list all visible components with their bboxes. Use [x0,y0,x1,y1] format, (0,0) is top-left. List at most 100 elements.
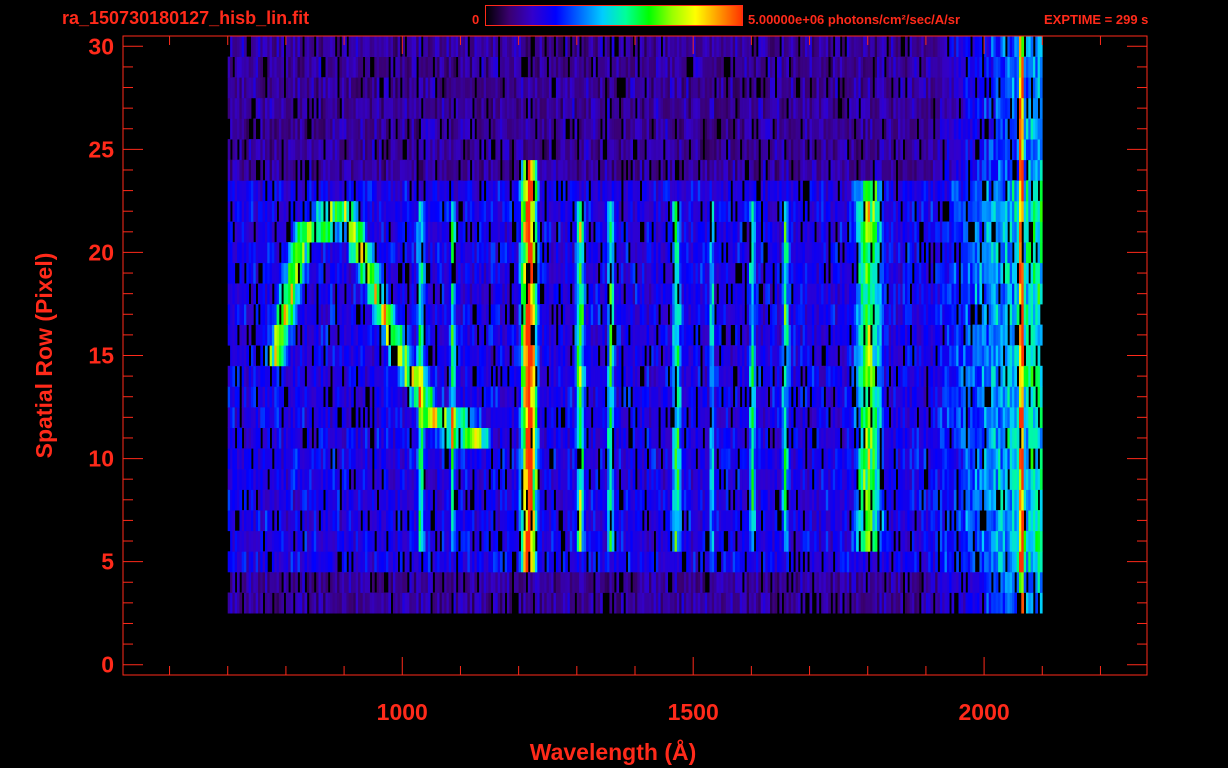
heatmap-cell [770,448,773,470]
heatmap-cell [246,427,249,449]
heatmap-cell [923,386,927,408]
heatmap-cell [765,510,768,532]
heatmap-cell [991,283,994,305]
heatmap-cell [597,427,601,449]
heatmap-cell [311,510,315,532]
heatmap-cell [486,427,489,449]
heatmap-cell [276,386,280,408]
heatmap-cell [551,365,554,387]
heatmap-cell [923,551,927,573]
heatmap-cell [753,448,757,470]
heatmap-cell [625,304,629,325]
heatmap-cell [655,386,659,408]
heatmap-cell [595,304,599,325]
heatmap-cell [765,345,768,367]
heatmap-cell [935,386,938,408]
heatmap-cell [839,386,843,408]
heatmap-cell [325,262,329,284]
heatmap-cell [928,365,931,387]
heatmap-cell [602,324,606,346]
heatmap-cell [695,324,699,346]
heatmap-cell [958,407,962,428]
heatmap-cell [472,386,475,408]
heatmap-cell [527,592,531,614]
heatmap-cell [1033,324,1036,346]
heatmap-cell [234,530,238,552]
heatmap-cell [614,489,617,511]
heatmap-cell [567,592,571,614]
heatmap-cell [814,407,817,428]
heatmap-cell [842,324,845,346]
heatmap-cell [669,448,673,470]
heatmap-cell [786,551,789,573]
heatmap-cell [809,468,813,490]
heatmap-cell [334,407,338,428]
heatmap-cell [851,530,855,552]
heatmap-cell [683,571,687,593]
heatmap-cell [860,386,864,408]
heatmap-cell [609,530,613,552]
heatmap-cell [779,427,782,449]
heatmap-cell [825,592,829,614]
heatmap-cell [1016,448,1020,470]
heatmap-cell [369,468,373,490]
heatmap-cell [597,304,601,325]
heatmap-cell [332,510,336,532]
heatmap-cell [795,304,799,325]
heatmap-cell [465,448,468,470]
heatmap-cell [318,283,322,305]
heatmap-cell [779,448,782,470]
heatmap-cell [905,304,908,325]
heatmap-cell [984,407,987,428]
heatmap-cell [695,571,699,593]
heatmap-cell [662,427,666,449]
heatmap-cell [497,304,501,325]
heatmap-cell [411,510,415,532]
heatmap-cell [783,489,787,511]
heatmap-cell [635,324,638,346]
heatmap-cell [451,468,454,490]
heatmap-cell [916,386,920,408]
heatmap-cell [751,468,755,490]
heatmap-cell [658,468,661,490]
heatmap-cell [292,324,296,346]
heatmap-cell [932,551,936,573]
heatmap-cell [539,304,543,325]
heatmap-cell [430,304,433,325]
heatmap-cell [278,407,282,428]
heatmap-cell [865,345,869,367]
heatmap-cell [849,489,852,511]
heatmap-cell [379,365,382,387]
heatmap-cell [355,345,359,367]
heatmap-cell [495,407,499,428]
heatmap-cell [465,468,468,490]
heatmap-cell [905,551,908,573]
heatmap-cell [439,407,443,428]
heatmap-cell [823,365,827,387]
heatmap-cell [742,407,745,428]
heatmap-cell [881,407,885,428]
heatmap-cell [832,324,836,346]
heatmap-cell [935,283,938,305]
heatmap-cell [346,510,350,532]
heatmap-cell [348,407,352,428]
heatmap-cell [409,283,412,305]
heatmap-cell [851,324,855,346]
heatmap-cell [381,592,384,614]
heatmap-cell [970,345,973,367]
heatmap-cell [334,571,338,593]
heatmap-cell [946,448,950,470]
heatmap-cell [760,448,764,470]
heatmap-cell [923,407,927,428]
heatmap-cell [937,510,941,532]
heatmap-cell [774,283,778,305]
heatmap-cell [623,551,627,573]
heatmap-cell [283,530,287,552]
heatmap-cell [655,592,659,614]
heatmap-cell [642,407,645,428]
heatmap-cell [302,386,305,408]
heatmap-cell [313,427,317,449]
heatmap-cell [388,530,391,552]
heatmap-cell [1026,345,1029,367]
heatmap-cell [425,510,429,532]
